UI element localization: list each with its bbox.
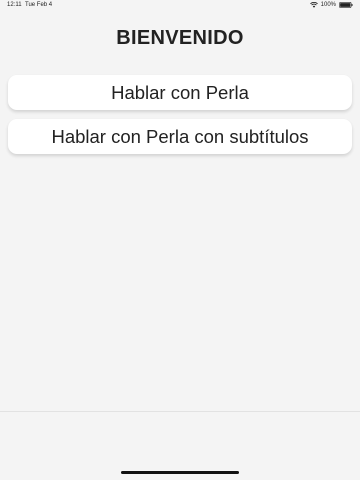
status-right: 100% bbox=[309, 2, 353, 8]
status-bar: 12:11 Tue Feb 4 100% bbox=[0, 0, 360, 12]
talk-with-perla-button[interactable]: Hablar con Perla bbox=[8, 75, 352, 110]
page-title: BIENVENIDO bbox=[116, 27, 244, 49]
bottom-divider bbox=[0, 411, 360, 412]
status-time: 12:11 bbox=[7, 2, 22, 8]
battery-icon bbox=[339, 2, 353, 8]
wifi-icon bbox=[309, 2, 318, 8]
status-date: Tue Feb 4 bbox=[25, 2, 53, 8]
talk-with-perla-label: Hablar con Perla bbox=[111, 81, 249, 103]
talk-with-perla-subtitles-label: Hablar con Perla con subtítulos bbox=[51, 125, 309, 147]
home-indicator[interactable] bbox=[121, 471, 239, 474]
talk-with-perla-subtitles-button[interactable]: Hablar con Perla con subtítulos bbox=[8, 119, 352, 154]
battery-percentage: 100% bbox=[320, 2, 336, 8]
